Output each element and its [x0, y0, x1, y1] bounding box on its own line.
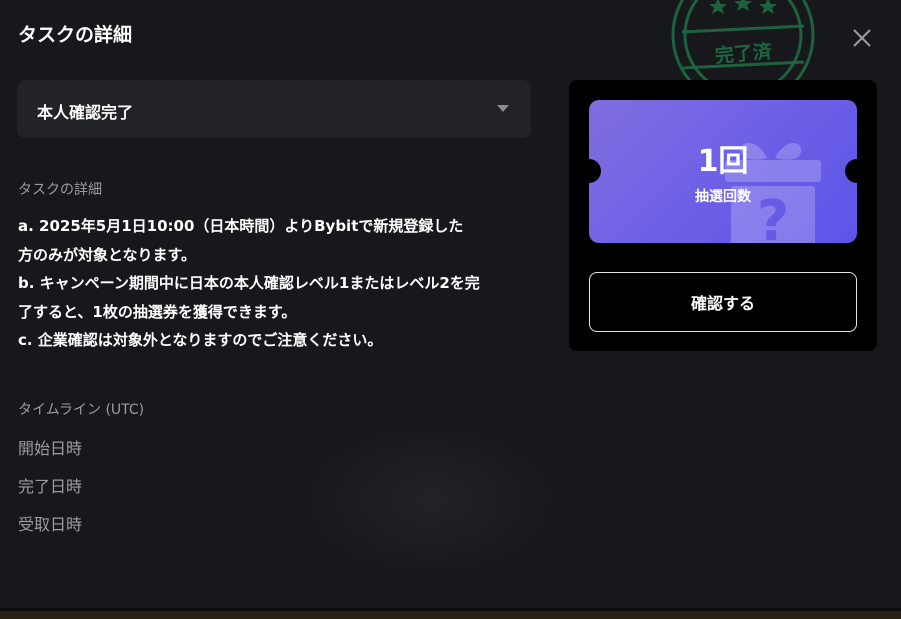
timeline-heading: タイムライン (UTC) [18, 402, 145, 418]
caret-down-icon [497, 105, 509, 112]
timeline-complete-label: 完了日時 [18, 477, 83, 496]
details-heading: タスクの詳細 [18, 182, 102, 198]
star-icon [709, 0, 727, 14]
description-line: 方のみが対象となります。 [18, 245, 197, 264]
modal-title: タスクの詳細 [18, 24, 133, 46]
description-line: a. 2025年5月1日10:00（日本時間）よりBybitで新規登録した [18, 217, 464, 235]
timeline-receive-label: 受取日時 [18, 515, 83, 534]
draw-count-label: 抽選回数 [695, 189, 751, 205]
confirm-button[interactable]: 確認する [589, 272, 857, 332]
close-icon [853, 29, 871, 47]
lottery-ticket: ? 1回 抽選回数 [589, 100, 857, 243]
description-line: 了すると、1枚の抽選券を獲得できます。 [18, 302, 297, 321]
description-line: c. 企業確認は対象外となりますのでご注意ください。 [18, 331, 383, 349]
task-description: a. 2025年5月1日10:00（日本時間）よりBybitで新規登録した 方の… [18, 212, 538, 355]
task-detail-modal: 完了済 タスクの詳細 本人確認完了 タスクの詳細 a. 2025年5月1日10:… [0, 0, 901, 608]
bottom-edge [0, 608, 901, 619]
background-glow [300, 420, 560, 580]
star-icon [734, 0, 752, 11]
star-icon [759, 0, 777, 14]
description-line: b. キャンペーン期間中に日本の本人確認レベル1またはレベル2を完 [18, 274, 480, 292]
close-button[interactable] [850, 26, 874, 50]
draw-count: 1回 [697, 144, 749, 179]
dropdown-selected-value: 本人確認完了 [37, 103, 134, 122]
reward-card: ? 1回 抽選回数 確認する [569, 80, 877, 351]
timeline-start-label: 開始日時 [18, 439, 83, 458]
task-select-dropdown[interactable]: 本人確認完了 [17, 80, 531, 138]
